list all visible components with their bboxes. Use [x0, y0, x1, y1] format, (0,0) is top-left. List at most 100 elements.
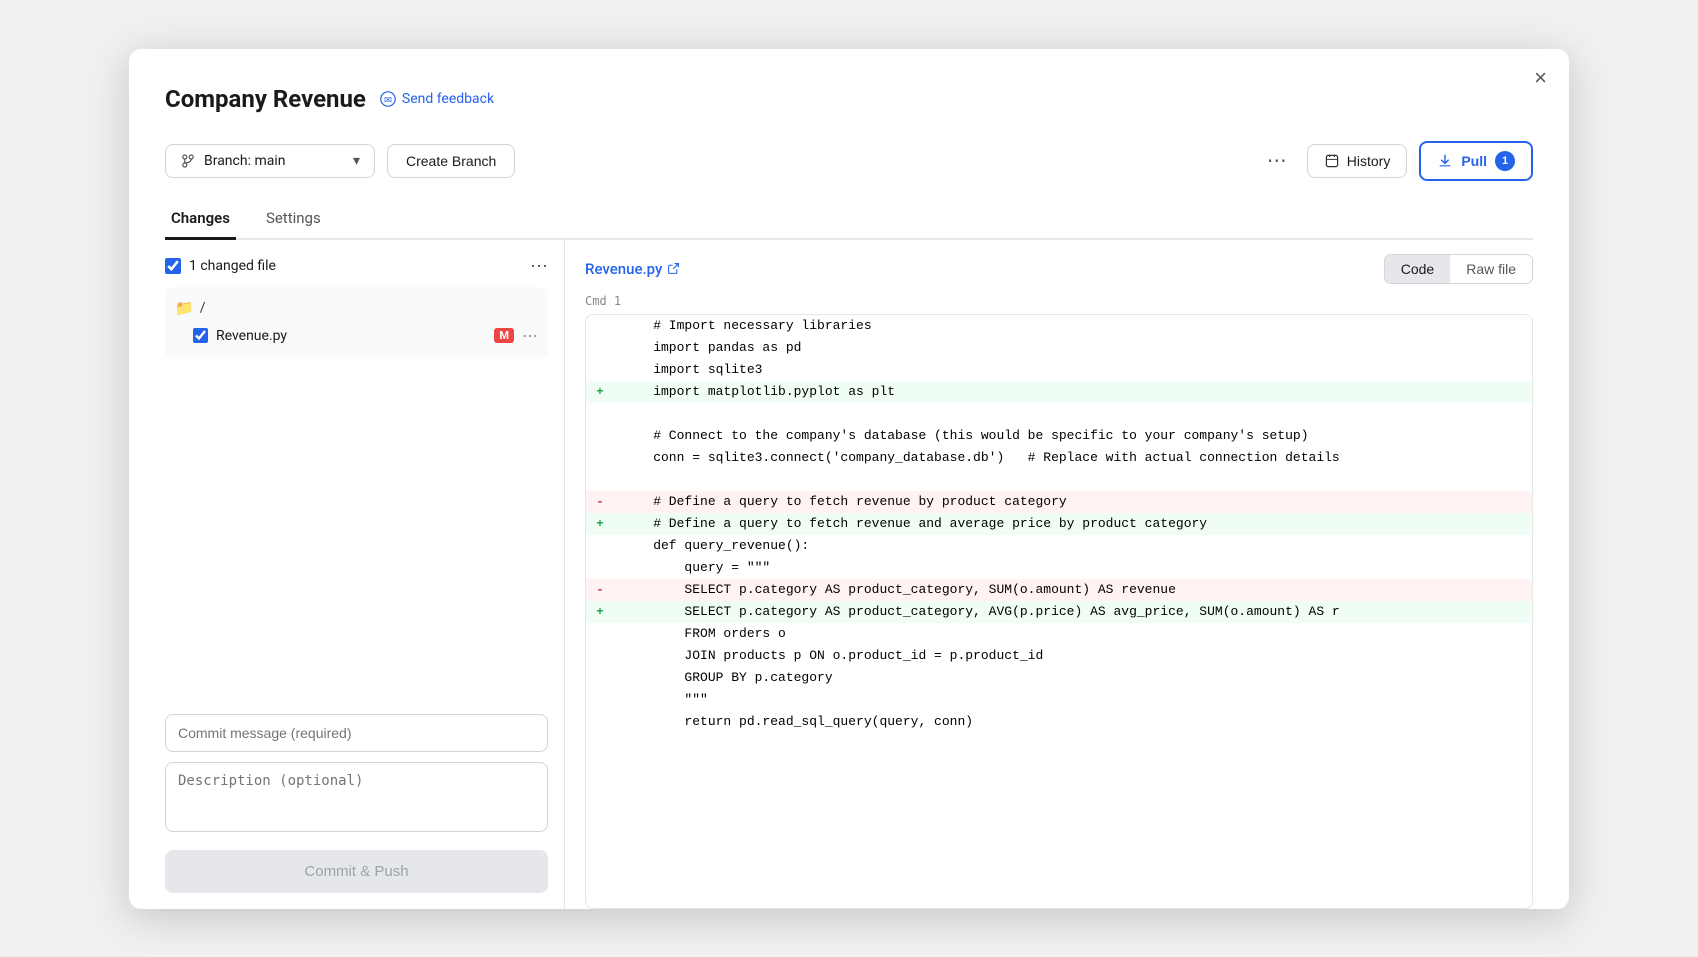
file-name-link[interactable]: Revenue.py	[585, 260, 680, 278]
code-line: return pd.read_sql_query(query, conn)	[586, 711, 1532, 733]
line-content	[614, 403, 1532, 425]
commit-section: Commit & Push	[165, 704, 548, 909]
line-content: SELECT p.category AS product_category, A…	[614, 601, 1532, 623]
history-button[interactable]: History	[1307, 144, 1408, 178]
code-line: GROUP BY p.category	[586, 667, 1532, 689]
line-marker	[586, 425, 614, 447]
spacer	[165, 373, 548, 704]
more-options-button[interactable]: ⋯	[1259, 144, 1295, 177]
code-line: JOIN products p ON o.product_id = p.prod…	[586, 645, 1532, 667]
line-marker	[586, 315, 614, 337]
line-content: FROM orders o	[614, 623, 1532, 645]
code-line: + SELECT p.category AS product_category,…	[586, 601, 1532, 623]
line-content: # Define a query to fetch revenue by pro…	[614, 491, 1532, 513]
code-line	[586, 469, 1532, 491]
section-more-button[interactable]: ⋯	[530, 256, 548, 277]
file-section-header: 1 changed file ⋯	[165, 256, 548, 277]
folder-icon: 📁	[175, 299, 194, 317]
main-modal: Company Revenue ✉ Send feedback × Branch…	[129, 49, 1569, 909]
line-marker	[586, 667, 614, 689]
line-marker: +	[586, 381, 614, 403]
changed-files-label: 1 changed file	[189, 258, 276, 274]
folder-label: /	[200, 300, 206, 316]
code-line: import pandas as pd	[586, 337, 1532, 359]
file-view-toggle: Code Raw file	[1384, 254, 1533, 284]
commit-message-input[interactable]	[165, 714, 548, 752]
branch-icon	[180, 153, 196, 169]
create-branch-button[interactable]: Create Branch	[387, 144, 515, 178]
branch-label: Branch: main	[204, 153, 285, 169]
branch-select[interactable]: Branch: main ▾	[165, 144, 375, 178]
code-view-button[interactable]: Code	[1385, 255, 1450, 283]
code-line	[586, 403, 1532, 425]
file-status-badge: M	[494, 328, 514, 343]
description-input[interactable]	[165, 762, 548, 832]
file-row: Revenue.py M ⋯	[175, 321, 538, 351]
feedback-icon: ✉	[380, 91, 396, 107]
line-marker	[586, 447, 614, 469]
line-content: """	[614, 689, 1532, 711]
pull-button[interactable]: Pull 1	[1419, 141, 1533, 181]
code-line: """	[586, 689, 1532, 711]
svg-text:✉: ✉	[384, 95, 392, 106]
line-marker	[586, 535, 614, 557]
cmd-label: Cmd 1	[585, 294, 1533, 308]
code-line: conn = sqlite3.connect('company_database…	[586, 447, 1532, 469]
left-panel: 1 changed file ⋯ 📁 / Revenue.py M ⋯	[165, 240, 565, 909]
code-area[interactable]: # Import necessary libraries import pand…	[585, 314, 1533, 909]
folder-row: 📁 /	[175, 295, 538, 321]
line-marker	[586, 469, 614, 491]
pull-label: Pull	[1461, 153, 1487, 169]
all-files-checkbox[interactable]	[165, 258, 181, 274]
code-line: + import matplotlib.pyplot as plt	[586, 381, 1532, 403]
line-content: JOIN products p ON o.product_id = p.prod…	[614, 645, 1532, 667]
close-button[interactable]: ×	[1534, 67, 1547, 89]
external-link-icon	[667, 262, 680, 275]
line-content: GROUP BY p.category	[614, 667, 1532, 689]
line-content: # Import necessary libraries	[614, 315, 1532, 337]
tab-changes[interactable]: Changes	[165, 201, 236, 240]
raw-file-button[interactable]: Raw file	[1450, 255, 1532, 283]
line-content: # Connect to the company's database (thi…	[614, 425, 1532, 447]
line-marker	[586, 557, 614, 579]
line-marker	[586, 689, 614, 711]
pull-count-badge: 1	[1495, 151, 1515, 171]
tab-settings[interactable]: Settings	[260, 201, 327, 240]
line-content: conn = sqlite3.connect('company_database…	[614, 447, 1532, 469]
code-line: FROM orders o	[586, 623, 1532, 645]
line-marker	[586, 623, 614, 645]
send-feedback-link[interactable]: ✉ Send feedback	[380, 91, 494, 107]
right-panel: Revenue.py Code Raw file Cmd 1 # Import …	[565, 240, 1533, 909]
line-content: SELECT p.category AS product_category, S…	[614, 579, 1532, 601]
pull-icon	[1437, 153, 1453, 169]
commit-push-button[interactable]: Commit & Push	[165, 850, 548, 893]
modal-header: Company Revenue ✉ Send feedback	[165, 85, 1533, 113]
line-marker: +	[586, 601, 614, 623]
line-marker: -	[586, 579, 614, 601]
line-marker: +	[586, 513, 614, 535]
line-content: query = """	[614, 557, 1532, 579]
main-content: 1 changed file ⋯ 📁 / Revenue.py M ⋯	[165, 240, 1533, 909]
line-content: import matplotlib.pyplot as plt	[614, 381, 1532, 403]
line-content: import pandas as pd	[614, 337, 1532, 359]
file-tree: 📁 / Revenue.py M ⋯	[165, 287, 548, 359]
code-line: - SELECT p.category AS product_category,…	[586, 579, 1532, 601]
line-content: return pd.read_sql_query(query, conn)	[614, 711, 1532, 733]
line-marker	[586, 711, 614, 733]
line-marker	[586, 337, 614, 359]
file-name-label: Revenue.py	[216, 328, 287, 344]
line-marker	[586, 403, 614, 425]
code-line: import sqlite3	[586, 359, 1532, 381]
line-content: # Define a query to fetch revenue and av…	[614, 513, 1532, 535]
file-checkbox[interactable]	[193, 328, 208, 343]
line-content	[614, 469, 1532, 491]
line-marker: -	[586, 491, 614, 513]
code-line: query = """	[586, 557, 1532, 579]
toolbar: Branch: main ▾ Create Branch ⋯ History P…	[165, 141, 1533, 181]
code-line: # Import necessary libraries	[586, 315, 1532, 337]
file-more-button[interactable]: ⋯	[522, 326, 538, 346]
file-header: Revenue.py Code Raw file	[585, 254, 1533, 284]
code-line: - # Define a query to fetch revenue by p…	[586, 491, 1532, 513]
history-icon	[1324, 153, 1340, 169]
code-line: # Connect to the company's database (thi…	[586, 425, 1532, 447]
